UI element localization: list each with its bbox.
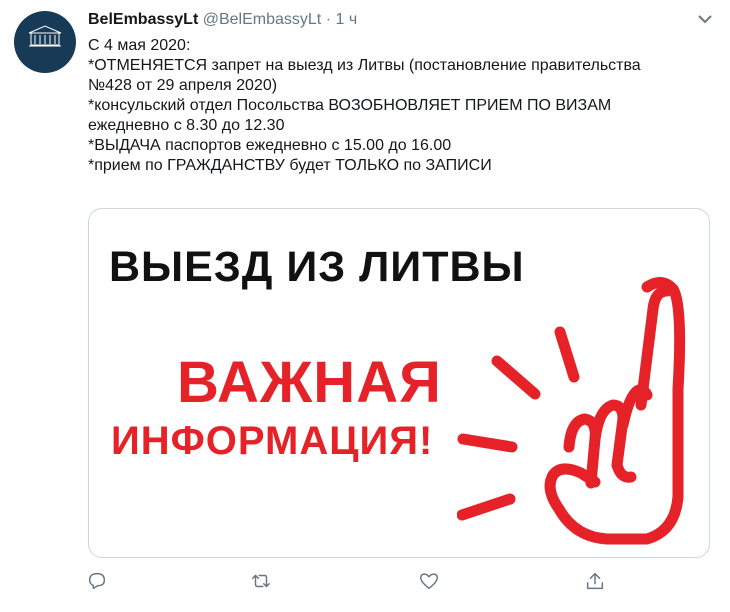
tweet-header: BelEmbassyLt @BelEmbassyLt · 1 ч (88, 10, 357, 30)
reply-button[interactable] (86, 570, 110, 594)
pointing-hand-icon (457, 277, 686, 545)
media-subtitle-line2: ИНФОРМАЦИЯ! (111, 419, 434, 463)
retweet-icon (252, 574, 270, 588)
retweet-button[interactable] (250, 570, 274, 594)
separator: · (325, 11, 332, 28)
handle[interactable]: @BelEmbassyLt (203, 11, 322, 28)
embassy-building-icon (28, 25, 62, 47)
chevron-down-icon[interactable] (692, 10, 718, 30)
tweet-text: С 4 мая 2020: *ОТМЕНЯЕТСЯ запрет на выез… (88, 36, 713, 176)
share-button[interactable] (584, 570, 608, 594)
tweet-line: ежедневно с 8.30 до 12.30 (88, 117, 285, 134)
tweet-line: №428 от 29 апреля 2020) (88, 77, 278, 94)
display-name[interactable]: BelEmbassyLt (88, 11, 198, 28)
tweet-line: *ОТМЕНЯЕТСЯ запрет на выезд из Литвы (по… (88, 57, 641, 74)
heart-icon (420, 573, 438, 590)
comment-icon (88, 572, 106, 590)
share-icon (586, 572, 604, 590)
like-button[interactable] (418, 570, 442, 594)
tweet-line: С 4 мая 2020: (88, 37, 191, 54)
timestamp[interactable]: 1 ч (335, 11, 357, 28)
avatar[interactable] (14, 11, 76, 73)
tweet-media-image[interactable]: ВЫЕЗД ИЗ ЛИТВЫ ВАЖНАЯ ИНФОРМАЦИЯ! (88, 208, 710, 558)
tweet-line: *прием по ГРАЖДАНСТВУ будет ТОЛЬКО по ЗА… (88, 157, 492, 174)
tweet-line: *консульский отдел Посольства ВОЗОБНОВЛЯ… (88, 97, 612, 114)
tweet-actions (86, 570, 606, 598)
media-subtitle-line1: ВАЖНАЯ (177, 350, 442, 415)
tweet-line: *ВЫДАЧА паспортов ежедневно с 15.00 до 1… (88, 137, 452, 154)
